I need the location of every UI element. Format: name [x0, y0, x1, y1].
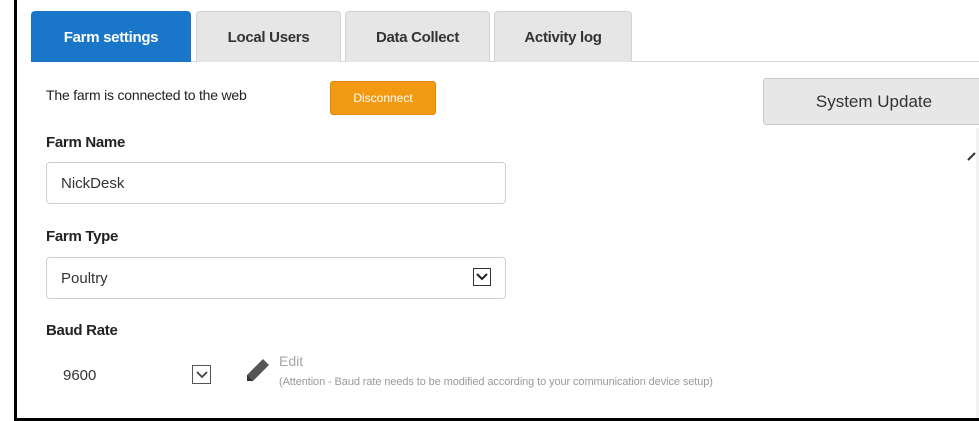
farm-type-value: Poultry: [61, 269, 108, 287]
chevron-down-icon[interactable]: [192, 365, 211, 384]
baud-rate-label: Baud Rate: [46, 322, 118, 339]
pencil-icon[interactable]: [243, 357, 271, 385]
tab-local-users[interactable]: Local Users: [196, 11, 341, 62]
tab-data-collect[interactable]: Data Collect: [345, 11, 490, 62]
tab-farm-settings[interactable]: Farm settings: [31, 11, 191, 62]
baud-rate-value: 9600: [63, 367, 97, 384]
system-update-button[interactable]: System Update: [763, 78, 979, 125]
scroll-up-icon[interactable]: [967, 148, 979, 161]
window-border-left: [14, 0, 17, 421]
tab-activity-log[interactable]: Activity log: [494, 11, 632, 62]
farm-name-input[interactable]: NickDesk: [46, 162, 506, 204]
baud-rate-note: (Attention - Baud rate needs to be modif…: [279, 376, 713, 388]
farm-type-label: Farm Type: [46, 228, 119, 245]
farm-type-select[interactable]: Poultry: [46, 257, 506, 299]
farm-name-label: Farm Name: [46, 134, 126, 151]
baud-rate-edit-link[interactable]: Edit: [279, 353, 303, 369]
disconnect-button[interactable]: Disconnect: [330, 81, 436, 115]
chevron-down-icon[interactable]: [473, 268, 491, 286]
connection-status-text: The farm is connected to the web: [46, 87, 247, 103]
